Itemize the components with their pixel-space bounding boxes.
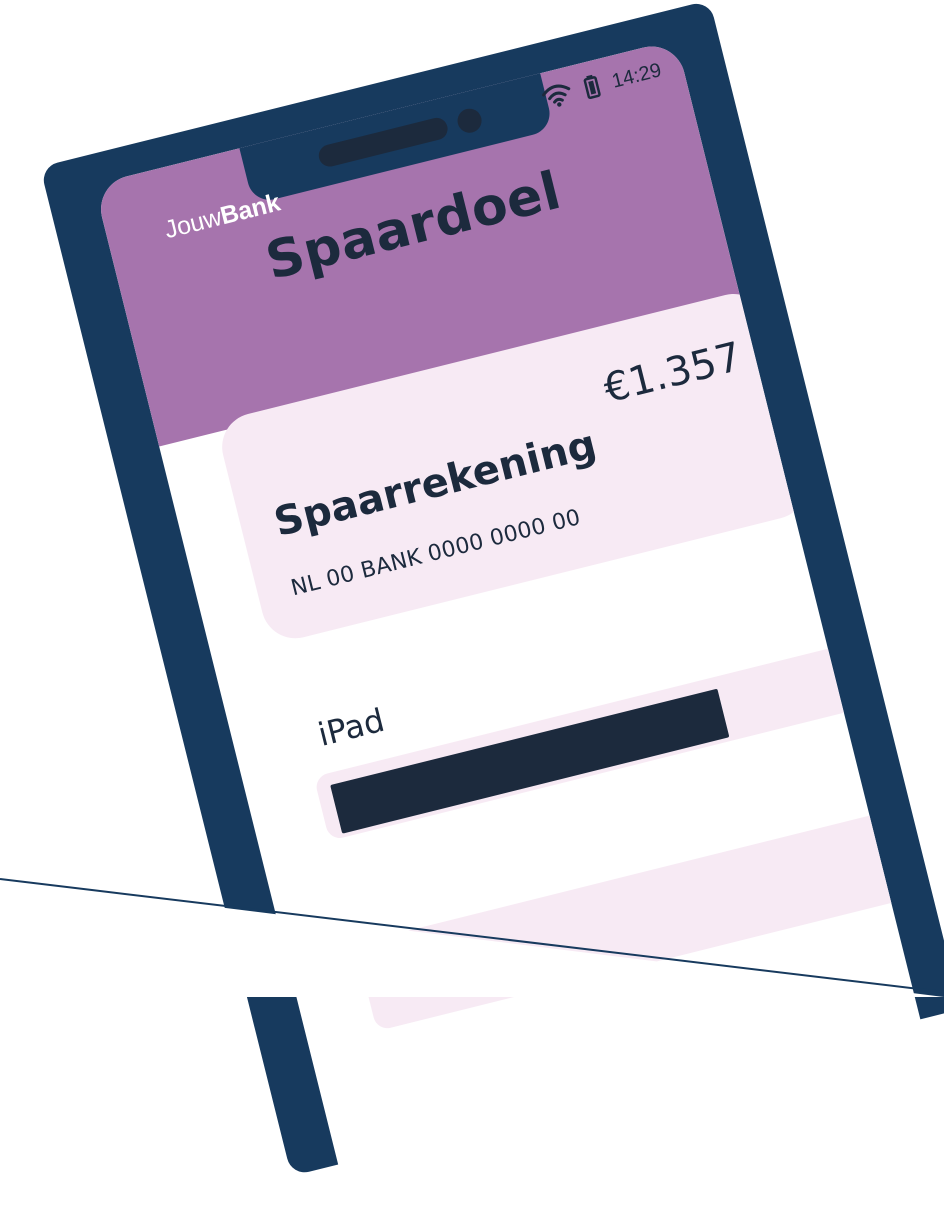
page-cut-overlay bbox=[0, 878, 944, 997]
